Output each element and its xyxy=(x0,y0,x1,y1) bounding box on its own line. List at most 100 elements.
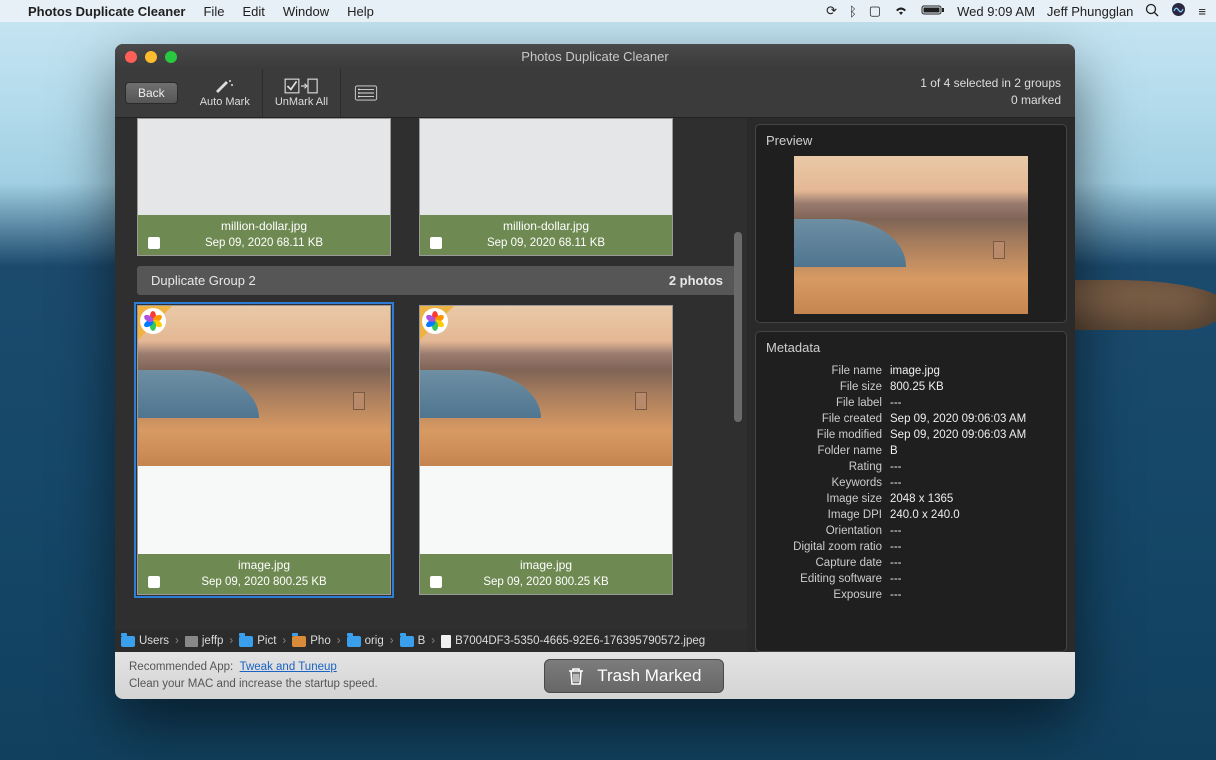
preview-image xyxy=(794,156,1028,314)
window-title: Photos Duplicate Cleaner xyxy=(521,49,668,64)
metadata-value: --- xyxy=(890,477,902,489)
menu-edit[interactable]: Edit xyxy=(242,4,264,19)
window-close-button[interactable] xyxy=(125,51,137,63)
preview-panel: Preview xyxy=(755,124,1067,323)
metadata-panel: Metadata File nameimage.jpgFile size800.… xyxy=(755,331,1067,652)
view-options-button[interactable] xyxy=(341,69,391,117)
preview-title: Preview xyxy=(766,133,1056,148)
folder-icon xyxy=(347,636,361,647)
desktop-wallpaper: Photos Duplicate Cleaner File Edit Windo… xyxy=(0,0,1216,760)
metadata-key: Folder name xyxy=(766,445,890,457)
photo-card-selected[interactable]: image.jpg Sep 09, 2020 800.25 KB xyxy=(137,305,391,595)
trash-icon xyxy=(567,666,585,686)
metadata-key: Image DPI xyxy=(766,509,890,521)
recommended-app-link[interactable]: Tweak and Tuneup xyxy=(240,661,337,673)
group-title: Duplicate Group 2 xyxy=(151,273,256,288)
folder-icon xyxy=(121,636,135,647)
auto-mark-button[interactable]: Auto Mark xyxy=(188,69,263,117)
group-header[interactable]: Duplicate Group 2 2 photos xyxy=(137,266,737,295)
photo-meta: Sep 09, 2020 68.11 KB xyxy=(452,237,672,249)
menu-bar: Photos Duplicate Cleaner File Edit Windo… xyxy=(0,0,1216,22)
metadata-key: Image size xyxy=(766,493,890,505)
trash-marked-button[interactable]: Trash Marked xyxy=(544,659,724,693)
mark-checkbox[interactable] xyxy=(148,576,160,588)
photo-filename: million-dollar.jpg xyxy=(420,215,672,235)
photo-card[interactable]: million-dollar.jpg Sep 09, 2020 68.11 KB xyxy=(419,118,673,256)
airplay-icon[interactable]: ▢ xyxy=(869,3,881,19)
metadata-value: --- xyxy=(890,461,902,473)
mark-checkbox[interactable] xyxy=(430,576,442,588)
metadata-value: 2048 x 1365 xyxy=(890,493,953,505)
metadata-row: Capture date--- xyxy=(766,555,1056,571)
results-scroll-area[interactable]: million-dollar.jpg Sep 09, 2020 68.11 KB… xyxy=(115,118,747,630)
metadata-row: Image size2048 x 1365 xyxy=(766,491,1056,507)
metadata-value: 800.25 KB xyxy=(890,381,944,393)
inspector-pane: Preview Metadata File nameimage.jpgFile … xyxy=(747,118,1075,652)
metadata-key: Rating xyxy=(766,461,890,473)
metadata-value: B xyxy=(890,445,898,457)
metadata-value: --- xyxy=(890,397,902,409)
bluetooth-icon[interactable]: ᛒ xyxy=(849,4,857,19)
metadata-row: File createdSep 09, 2020 09:06:03 AM xyxy=(766,411,1056,427)
toolbar: Back Auto Mark UnMark All 1 of 4 selecte… xyxy=(115,69,1075,118)
menu-file[interactable]: File xyxy=(203,4,224,19)
photo-thumbnail xyxy=(138,306,390,466)
path-bar[interactable]: Users› jeffp› Pict› Pho› orig› B› B7004D… xyxy=(115,630,747,652)
recommended-app: Recommended App: Tweak and Tuneup Clean … xyxy=(129,659,378,691)
app-window: Photos Duplicate Cleaner Back Auto Mark … xyxy=(115,44,1075,699)
scrollbar-thumb[interactable] xyxy=(734,232,742,422)
wand-icon xyxy=(213,78,237,94)
metadata-key: Keywords xyxy=(766,477,890,489)
wifi-icon[interactable] xyxy=(893,4,909,19)
siri-icon[interactable] xyxy=(1171,2,1186,20)
back-button[interactable]: Back xyxy=(125,82,178,104)
metadata-key: Capture date xyxy=(766,557,890,569)
metadata-row: Image DPI240.0 x 240.0 xyxy=(766,507,1056,523)
metadata-value: --- xyxy=(890,525,902,537)
results-pane: million-dollar.jpg Sep 09, 2020 68.11 KB… xyxy=(115,118,747,652)
metadata-key: Orientation xyxy=(766,525,890,537)
menu-window[interactable]: Window xyxy=(283,4,329,19)
photo-thumbnail xyxy=(420,306,672,466)
metadata-table: File nameimage.jpgFile size800.25 KBFile… xyxy=(766,363,1056,603)
metadata-key: Exposure xyxy=(766,589,890,601)
menu-help[interactable]: Help xyxy=(347,4,374,19)
photos-library-icon xyxy=(292,636,306,647)
window-zoom-button[interactable] xyxy=(165,51,177,63)
metadata-key: Digital zoom ratio xyxy=(766,541,890,553)
metadata-key: File modified xyxy=(766,429,890,441)
spotlight-icon[interactable] xyxy=(1145,3,1159,20)
home-icon xyxy=(185,636,198,647)
window-titlebar[interactable]: Photos Duplicate Cleaner xyxy=(115,44,1075,69)
file-icon xyxy=(441,635,451,648)
metadata-row: Editing software--- xyxy=(766,571,1056,587)
control-center-icon[interactable]: ≡ xyxy=(1198,4,1206,19)
photos-app-icon xyxy=(140,308,166,334)
menubar-user[interactable]: Jeff Phungglan xyxy=(1047,4,1134,19)
photo-card[interactable]: image.jpg Sep 09, 2020 800.25 KB xyxy=(419,305,673,595)
photo-meta: Sep 09, 2020 800.25 KB xyxy=(452,576,672,588)
mark-checkbox[interactable] xyxy=(148,237,160,249)
metadata-key: File created xyxy=(766,413,890,425)
mark-checkbox[interactable] xyxy=(430,237,442,249)
metadata-key: Editing software xyxy=(766,573,890,585)
vertical-scrollbar[interactable] xyxy=(731,122,745,626)
metadata-title: Metadata xyxy=(766,340,1056,355)
metadata-row: Rating--- xyxy=(766,459,1056,475)
metadata-row: Folder nameB xyxy=(766,443,1056,459)
metadata-value: 240.0 x 240.0 xyxy=(890,509,960,521)
metadata-key: File label xyxy=(766,397,890,409)
window-footer: Recommended App: Tweak and Tuneup Clean … xyxy=(115,652,1075,699)
menubar-clock[interactable]: Wed 9:09 AM xyxy=(957,4,1035,19)
app-menu-name[interactable]: Photos Duplicate Cleaner xyxy=(28,4,185,19)
metadata-value: Sep 09, 2020 09:06:03 AM xyxy=(890,429,1026,441)
metadata-row: Digital zoom ratio--- xyxy=(766,539,1056,555)
photo-card[interactable]: million-dollar.jpg Sep 09, 2020 68.11 KB xyxy=(137,118,391,256)
battery-icon[interactable] xyxy=(921,4,945,19)
sync-icon[interactable]: ⟳ xyxy=(826,3,837,19)
unmark-all-button[interactable]: UnMark All xyxy=(263,69,341,117)
metadata-row: File size800.25 KB xyxy=(766,379,1056,395)
photo-filename: million-dollar.jpg xyxy=(138,215,390,235)
window-minimize-button[interactable] xyxy=(145,51,157,63)
recommended-app-desc: Clean your MAC and increase the startup … xyxy=(129,678,378,690)
